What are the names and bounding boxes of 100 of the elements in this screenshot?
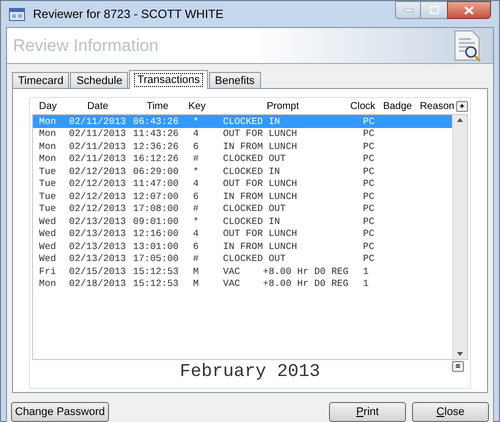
tab[interactable]: Benefits	[208, 72, 261, 88]
column-header[interactable]: Date	[66, 98, 129, 114]
table-cell-text: PC	[363, 204, 376, 214]
table-cell-text: Mon	[39, 142, 58, 151]
table-cell-text: 02/12/2013	[69, 179, 128, 188]
table-cell-text: 02/11/2013	[69, 154, 128, 164]
close-button[interactable]: Close	[412, 402, 489, 422]
table-cell-text: Wed	[39, 242, 58, 251]
tab[interactable]: Timecard	[12, 72, 70, 88]
app-icon	[9, 8, 25, 20]
column-header[interactable]: Key	[186, 98, 216, 114]
expand-button[interactable]	[456, 100, 468, 112]
table-cell-text: IN FROM LUNCH	[223, 242, 298, 251]
table-cell-text: 1	[363, 266, 370, 276]
table-cell-text: 17:08:00	[133, 204, 180, 214]
tab[interactable]: Transactions	[129, 70, 208, 89]
table-cell-text: CLOCKED OUT	[223, 254, 287, 264]
tab[interactable]: Schedule	[70, 72, 128, 88]
table-cell-text: 6	[193, 192, 200, 201]
table-cell-text: Tue	[39, 192, 58, 201]
minimize-button[interactable]	[395, 1, 421, 19]
table-cell-text: CLOCKED IN	[223, 216, 282, 226]
table-cell-text: 02/12/2013	[69, 166, 128, 176]
column-header[interactable]: Badge	[383, 98, 420, 114]
column-header[interactable]: Reason	[420, 98, 454, 114]
table-cell-text: 1	[363, 279, 370, 288]
change-password-button[interactable]: Change Password	[11, 402, 109, 422]
table-cell-text: 06:29:00	[133, 166, 180, 176]
table-cell-text: PC	[363, 254, 376, 264]
table-cell-text: *	[193, 166, 200, 176]
table-cell-text: Tue	[39, 179, 58, 188]
table-cell-text: M	[193, 279, 200, 288]
collapse-button[interactable]	[452, 361, 464, 372]
table-cell-text: 6	[193, 242, 200, 251]
table-cell-text: PC	[363, 179, 376, 188]
scroll-down-icon[interactable]	[457, 352, 463, 356]
print-button[interactable]: Print	[329, 402, 406, 422]
table-cell-text: PC	[363, 192, 376, 201]
table-cell-text: PC	[363, 142, 376, 151]
table-cell-text: PC	[363, 129, 376, 138]
table-cell-text: 02/12/2013	[69, 192, 128, 201]
table-row[interactable]: Wed 02/13/2013 09:01:00 * CLOCKED IN PC	[33, 215, 452, 228]
table-cell-text: #	[193, 154, 200, 164]
table-row[interactable]: Wed 02/13/2013 13:01:00 6 IN FROM LUNCH PC	[33, 240, 452, 252]
table-row[interactable]: Tue 02/12/2013 17:08:00 # CLOCKED OUT PC	[33, 202, 452, 215]
table-row[interactable]: Wed 02/13/2013 17:05:00 # CLOCKED OUT PC	[33, 252, 452, 265]
table-cell-text: 12:16:00	[133, 229, 180, 238]
table-cell-text: PC	[363, 154, 376, 164]
table-cell-text: PC	[363, 166, 376, 176]
column-header[interactable]: Day	[38, 98, 67, 114]
maximize-button[interactable]	[421, 1, 447, 19]
table-cell-text: 15:12:53	[133, 279, 180, 288]
table-cell-text: 13:01:00	[133, 242, 180, 251]
table-cell-text: 12:36:26	[133, 142, 180, 151]
table-cell-text: 11:47:00	[133, 179, 180, 188]
table-cell-text: CLOCKED OUT	[223, 154, 287, 164]
table-cell-text: 15:12:53	[133, 266, 180, 276]
table-cell-text: 02/13/2013	[69, 254, 128, 264]
table-cell-text: 02/11/2013	[69, 142, 128, 151]
scrollbar[interactable]	[452, 115, 467, 359]
table-cell-text: OUT FOR LUNCH	[223, 229, 298, 238]
header-title: Review Information	[13, 34, 159, 57]
table-cell-text: OUT FOR LUNCH	[223, 179, 298, 188]
column-header[interactable]: Prompt	[215, 98, 350, 114]
table-cell-text: 4	[193, 129, 200, 138]
table-cell-text: 02/15/2013	[69, 266, 128, 276]
table-cell-text: PC	[363, 116, 376, 126]
column-header[interactable]: Time	[128, 98, 186, 114]
table-row[interactable]: Tue 02/12/2013 12:07:00 6 IN FROM LUNCH PC	[33, 190, 452, 202]
table-row[interactable]: Mon 02/11/2013 12:36:26 6 IN FROM LUNCH PC	[33, 140, 452, 152]
table-row[interactable]: Tue 02/12/2013 06:29:00 * CLOCKED IN PC	[33, 165, 452, 178]
table-cell-text: 02/11/2013	[69, 129, 128, 138]
column-header[interactable]: Clock	[350, 98, 384, 114]
table-cell-text: M	[193, 266, 200, 276]
table-cell-text: CLOCKED OUT	[223, 204, 287, 214]
table-cell-text: 4	[193, 229, 200, 238]
table-row[interactable]: Wed 02/13/2013 12:16:00 4 OUT FOR LUNCH PC	[33, 228, 452, 240]
table-cell-text: *	[193, 216, 200, 226]
table-row[interactable]: Mon 02/11/2013 16:12:26 # CLOCKED OUT PC	[33, 152, 452, 165]
table-cell-text: IN FROM LUNCH	[223, 142, 298, 151]
table-cell-text: 02/11/2013	[69, 116, 128, 126]
table-cell-text: *	[193, 116, 200, 126]
table-cell-text: CLOCKED IN	[223, 166, 282, 176]
expand-icon	[459, 103, 466, 109]
scroll-up-icon[interactable]	[457, 118, 463, 122]
table-cell-text: Wed	[39, 254, 58, 264]
table-row[interactable]: Mon 02/11/2013 11:43:26 4 OUT FOR LUNCH PC	[33, 128, 452, 140]
table-cell-text: 09:01:00	[133, 216, 180, 226]
close-window-button[interactable]	[447, 1, 491, 19]
maximize-icon	[430, 6, 438, 14]
table-cell-text: Mon	[39, 279, 58, 288]
table-cell-text: #	[193, 254, 200, 264]
table-row[interactable]: Mon 02/18/2013 15:12:53 M VAC +8.00 Hr D0 REG 1	[33, 278, 452, 290]
table-cell-text: VAC +8.00 Hr D0 REG	[223, 279, 350, 288]
table-cell-text: Mon	[39, 116, 58, 126]
table-row[interactable]: Tue 02/12/2013 11:47:00 4 OUT FOR LUNCH PC	[33, 178, 452, 190]
month-label: February 2013	[180, 361, 320, 384]
table-row[interactable]: Fri 02/15/2013 15:12:53 M VAC +8.00 Hr D0 REG 1	[33, 265, 452, 278]
table-cell-text: Tue	[39, 204, 58, 214]
close-icon	[464, 6, 474, 14]
